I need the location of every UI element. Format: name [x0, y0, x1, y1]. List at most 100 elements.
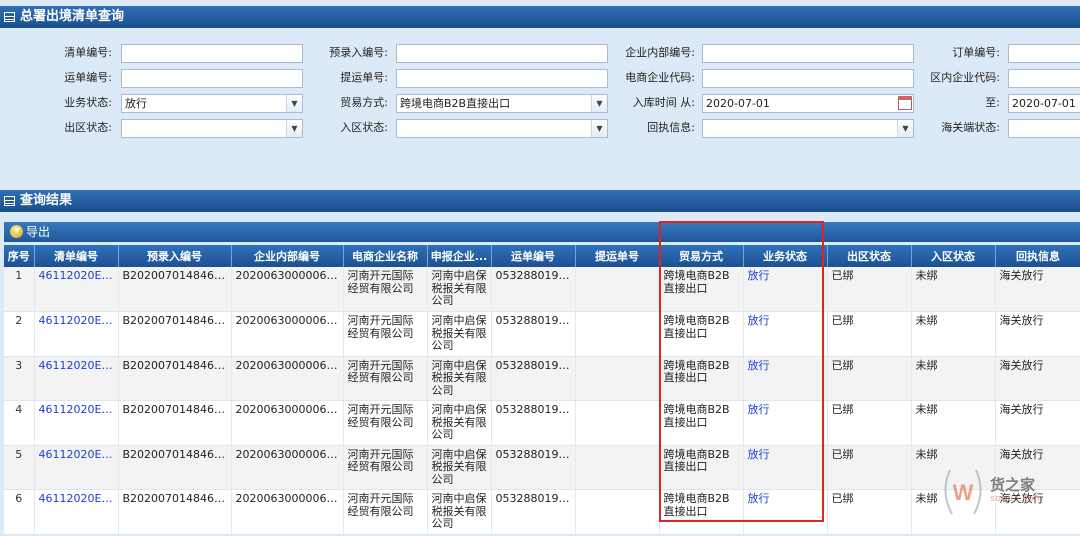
exit-status-cell: 已绑 — [827, 489, 912, 535]
list-no-label: 清单编号: — [64, 46, 112, 59]
business-status-link[interactable]: 放行 — [743, 356, 828, 401]
waybill-cell: 05328801988... — [491, 267, 576, 312]
inner-no-cell: 202006300000631... — [231, 489, 344, 535]
list-no-link[interactable]: 46112020E13... — [34, 267, 119, 312]
watermark-subtext: sohuo.com — [990, 494, 1044, 504]
zone-enterprise-code-input[interactable] — [1008, 69, 1080, 88]
bill-no-cell — [575, 311, 660, 357]
business-status-link[interactable]: 放行 — [743, 400, 828, 446]
export-toolbar: 导出 — [4, 222, 1080, 242]
col-header[interactable]: 电商企业名称 — [343, 245, 428, 267]
list-no-link[interactable]: 46112020E13... — [34, 311, 119, 357]
table-row[interactable]: 6 46112020E13... B20200701484609... 2020… — [4, 489, 1080, 535]
inner-no-cell: 202006300000631... — [231, 445, 344, 490]
list-no-input[interactable] — [121, 44, 303, 63]
bill-no-cell — [575, 489, 660, 535]
trade-mode-cell: 跨境电商B2B直接出口 — [659, 311, 744, 357]
enter-zone-status-label: 入区状态: — [340, 121, 388, 134]
list-no-link[interactable]: 46112020E13... — [34, 400, 119, 446]
storage-time-to-input[interactable]: 2020-07-01 — [1008, 94, 1080, 113]
enterprise-inner-no-input[interactable] — [702, 44, 914, 63]
declarer-cell: 河南中启保税报关有限公司 — [427, 356, 492, 401]
business-status-link[interactable]: 放行 — [743, 311, 828, 357]
table-row[interactable]: 2 46112020E13... B20200701484608... 2020… — [4, 311, 1080, 357]
pre-entry-no-input[interactable] — [396, 44, 608, 63]
laurel-logo-icon: W — [944, 469, 982, 515]
table-row[interactable]: 4 46112020E13... B20200701484609... 2020… — [4, 400, 1080, 446]
trade-mode-cell: 跨境电商B2B直接出口 — [659, 400, 744, 446]
exit-status-cell: 已绑 — [827, 400, 912, 446]
pre-entry-no-cell: B20200701484608... — [118, 356, 232, 401]
table-row[interactable]: 1 46112020E13... B20200701484612... 2020… — [4, 267, 1080, 312]
col-header[interactable]: 预录入编号 — [118, 245, 232, 267]
trade-mode-cell: 跨境电商B2B直接出口 — [659, 356, 744, 401]
grid-icon — [4, 196, 15, 206]
trade-mode-value: 跨境电商B2B直接出口 — [400, 97, 511, 110]
exit-zone-status-select[interactable]: ▼ — [121, 119, 303, 138]
col-header[interactable]: 企业内部编号 — [231, 245, 344, 267]
list-no-link[interactable]: 46112020E13... — [34, 356, 119, 401]
col-header[interactable]: 运单编号 — [491, 245, 576, 267]
table-row[interactable]: 5 46112020E13... B20200701484609... 2020… — [4, 445, 1080, 490]
business-status-value: 放行 — [125, 97, 147, 110]
col-header[interactable]: 出区状态 — [827, 245, 912, 267]
results-panel-title: 查询结果 — [0, 190, 1080, 212]
receipt-cell: 海关放行 — [995, 356, 1080, 401]
receipt-info-label: 回执信息: — [647, 121, 695, 134]
business-status-link[interactable]: 放行 — [743, 489, 828, 535]
pre-entry-no-cell: B20200701484608... — [118, 311, 232, 357]
watermark: W 货之家 sohuo.com — [938, 462, 1078, 530]
storage-time-from-input[interactable]: 2020-07-01 — [702, 94, 914, 113]
order-no-input[interactable] — [1008, 44, 1080, 63]
receipt-info-select[interactable]: ▼ — [702, 119, 914, 138]
col-header[interactable]: 业务状态 — [743, 245, 828, 267]
col-header[interactable]: 序号 — [4, 245, 35, 267]
waybill-no-input[interactable] — [121, 69, 303, 88]
pre-entry-no-cell: B20200701484609... — [118, 445, 232, 490]
col-header[interactable]: 清单编号 — [34, 245, 119, 267]
bill-no-cell — [575, 356, 660, 401]
row-number: 5 — [4, 445, 35, 490]
customs-status-label: 海关端状态: — [941, 121, 1000, 134]
col-header[interactable]: 回执信息 — [995, 245, 1080, 267]
exit-status-cell: 已绑 — [827, 445, 912, 490]
export-icon[interactable] — [10, 225, 23, 238]
customs-status-input[interactable] — [1008, 119, 1080, 138]
declarer-cell: 河南中启保税报关有限公司 — [427, 267, 492, 312]
row-number: 2 — [4, 311, 35, 357]
col-header[interactable]: 申报企业... — [427, 245, 492, 267]
enter-zone-status-select[interactable]: ▼ — [396, 119, 608, 138]
trade-mode-label: 贸易方式: — [340, 96, 388, 109]
receipt-cell: 海关放行 — [995, 311, 1080, 357]
pre-entry-no-cell: B20200701484612... — [118, 267, 232, 312]
grid-icon — [4, 12, 15, 22]
chevron-down-icon[interactable]: ▼ — [897, 120, 913, 137]
calendar-icon[interactable] — [898, 96, 912, 110]
row-number: 6 — [4, 489, 35, 535]
trade-mode-select[interactable]: 跨境电商B2B直接出口 ▼ — [396, 94, 608, 113]
enterprise-inner-no-label: 企业内部编号: — [625, 46, 695, 59]
storage-time-from-value: 2020-07-01 — [706, 97, 770, 110]
col-header[interactable]: 提运单号 — [575, 245, 660, 267]
results-table: 序号 清单编号 预录入编号 企业内部编号 电商企业名称 申报企业... 运单编号… — [4, 245, 1080, 535]
enter-status-cell: 未绑 — [911, 311, 996, 357]
waybill-cell: 05328801989... — [491, 356, 576, 401]
col-header[interactable]: 入区状态 — [911, 245, 996, 267]
list-no-link[interactable]: 46112020E13... — [34, 489, 119, 535]
declarer-cell: 河南中启保税报关有限公司 — [427, 311, 492, 357]
pre-entry-no-cell: B20200701484609... — [118, 489, 232, 535]
export-button[interactable]: 导出 — [26, 225, 50, 239]
search-form: 清单编号: 预录入编号: 企业内部编号: 订单编号: 运单编号: 提运单号: 电… — [0, 28, 1080, 190]
col-header[interactable]: 贸易方式 — [659, 245, 744, 267]
business-status-select[interactable]: 放行 ▼ — [121, 94, 303, 113]
ecom-name-cell: 河南开元国际经贸有限公司 — [343, 400, 428, 446]
watermark-logo-letter: W — [953, 480, 974, 505]
bill-no-input[interactable] — [396, 69, 608, 88]
watermark-text: 货之家 — [990, 476, 1036, 494]
table-row[interactable]: 3 46112020E13... B20200701484608... 2020… — [4, 356, 1080, 401]
results-panel-title-text: 查询结果 — [20, 193, 73, 208]
business-status-link[interactable]: 放行 — [743, 445, 828, 490]
list-no-link[interactable]: 46112020E13... — [34, 445, 119, 490]
business-status-link[interactable]: 放行 — [743, 267, 828, 312]
ecom-code-input[interactable] — [702, 69, 914, 88]
